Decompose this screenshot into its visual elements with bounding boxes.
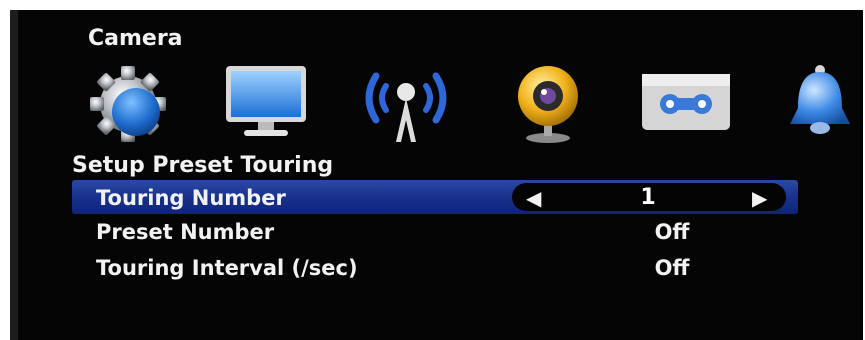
touring-interval-label: Touring Interval (/sec) bbox=[96, 256, 358, 280]
preset-number-label: Preset Number bbox=[96, 220, 275, 244]
touring-number-label: Touring Number bbox=[96, 186, 286, 210]
webcam-icon[interactable] bbox=[498, 58, 598, 148]
wireless-antenna-icon[interactable] bbox=[356, 58, 456, 148]
left-arrow-icon[interactable]: ◀ bbox=[526, 186, 541, 210]
gear-icon[interactable] bbox=[78, 58, 178, 148]
icon-toolbar bbox=[18, 58, 863, 148]
menu-panel: Camera Setup Preset Touring Touring Numb… bbox=[10, 10, 863, 340]
touring-interval-row[interactable]: Touring Interval (/sec) Off bbox=[72, 250, 798, 284]
preset-number-value[interactable]: Off bbox=[632, 220, 712, 244]
monitor-icon[interactable] bbox=[216, 58, 316, 148]
menu-title: Camera bbox=[88, 26, 183, 51]
touring-interval-value[interactable]: Off bbox=[632, 256, 712, 280]
bell-icon[interactable] bbox=[768, 58, 865, 148]
preset-number-row[interactable]: Preset Number Off bbox=[72, 214, 798, 248]
touring-number-selector[interactable]: ◀ 1 ▶ bbox=[512, 183, 786, 211]
right-arrow-icon[interactable]: ▶ bbox=[752, 186, 767, 210]
section-title: Setup Preset Touring bbox=[72, 153, 334, 178]
screen: Camera Setup Preset Touring Touring Numb… bbox=[0, 0, 865, 340]
touring-number-row[interactable]: Touring Number ◀ 1 ▶ bbox=[72, 180, 798, 214]
cassette-icon[interactable] bbox=[636, 58, 736, 148]
touring-number-value: 1 bbox=[640, 185, 656, 210]
